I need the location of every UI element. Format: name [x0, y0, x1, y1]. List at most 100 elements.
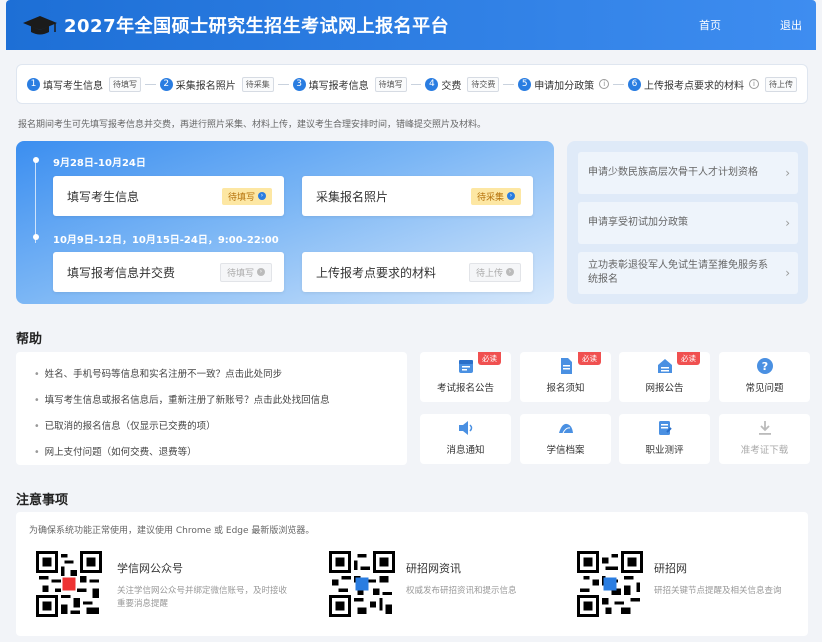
step-label: 采集报名照片: [175, 80, 236, 92]
qr-title: 研招网资讯: [406, 562, 461, 575]
timeline-dot: [33, 157, 39, 163]
tile-career-assessment[interactable]: 职业测评: [619, 414, 710, 464]
tile-online-announcement[interactable]: 必读 网报公告: [619, 352, 710, 402]
step-separator: [410, 83, 422, 85]
step-separator: [145, 83, 156, 85]
info-icon[interactable]: i: [599, 79, 610, 89]
arrow-circle-icon: ›: [257, 268, 265, 276]
tile-faq[interactable]: ? 常见问题: [719, 352, 810, 402]
tile-archive[interactable]: 学信档案: [520, 414, 611, 464]
step-number: 6: [627, 77, 641, 91]
step-status-tag: 待填写: [109, 76, 141, 92]
chevron-right-icon: ›: [785, 266, 790, 280]
nav-logout-link[interactable]: 退出: [780, 17, 802, 33]
step-6[interactable]: 6 上传报考点要求的材料 i 待上传: [627, 76, 797, 92]
arrow-circle-icon: ›: [258, 192, 266, 200]
must-read-badge: 必读: [578, 352, 601, 365]
step-2[interactable]: 2 采集报名照片 待采集: [159, 76, 274, 92]
tile-label: 网报公告: [645, 383, 684, 394]
step-1[interactable]: 1 填写考生信息 待填写: [27, 76, 141, 92]
qr-description: 研招关键节点提醒及相关信息查询: [654, 586, 782, 596]
nav-home-link[interactable]: 首页: [699, 17, 721, 33]
schedule-panel: 9月28日-10月24日 10月9日-12日，10月15日-24日，9:00-2…: [16, 141, 554, 304]
card-label: 填写报考信息并交费: [67, 265, 176, 280]
step-number: 1: [27, 77, 40, 91]
veteran-exemption-link[interactable]: 立功表彰退役军人免试生请至推免服务系统报名 ›: [578, 252, 798, 294]
help-link-cancelled[interactable]: 已取消的报名信息（仅显示已交费的项）: [34, 418, 216, 432]
tile-label: 报名须知: [546, 383, 585, 394]
badge-text: 待上传: [475, 268, 503, 279]
arrow-circle-icon: ›: [506, 268, 514, 276]
notes-section-title: 注意事项: [16, 493, 69, 508]
document-icon: [560, 358, 572, 374]
step-separator: [277, 83, 289, 85]
step-status-tag: 待填写: [374, 76, 407, 92]
qr-description: 权威发布研招资讯和提示信息: [406, 586, 517, 596]
status-badge: 待填写 ›: [219, 262, 272, 282]
tile-exam-announcement[interactable]: 必读 考试报名公告: [420, 352, 511, 402]
chevron-right-icon: ›: [785, 166, 790, 180]
chevron-right-icon: ›: [785, 216, 790, 230]
step-separator: [613, 83, 624, 85]
step-3[interactable]: 3 填写报考信息 待填写: [292, 76, 407, 92]
info-icon[interactable]: i: [748, 79, 759, 89]
side-item-label: 申请享受初试加分政策: [588, 217, 688, 228]
help-link-payment[interactable]: 网上支付问题（如何交费、退费等）: [34, 444, 197, 458]
status-badge: 待上传 ›: [468, 262, 521, 282]
period-2-date: 10月9日-12日，10月15日-24日，9:00-22:00: [53, 235, 279, 246]
card-fill-candidate-info[interactable]: 填写考生信息 待填写 ›: [53, 176, 284, 216]
apply-minority-plan-link[interactable]: 申请少数民族高层次骨干人才计划资格 ›: [578, 152, 798, 194]
arrow-circle-icon: ›: [507, 192, 515, 200]
badge-text: 待采集: [476, 192, 504, 203]
side-item-label: 申请少数民族高层次骨干人才计划资格: [588, 167, 758, 178]
card-collect-photo[interactable]: 采集报名照片 待采集 ›: [302, 176, 533, 216]
progress-steps: 1 填写考生信息 待填写 2 采集报名照片 待采集 3 填写报考信息 待填写 4…: [16, 64, 808, 104]
card-label: 采集报名照片: [316, 189, 389, 204]
qr-code-icon: [577, 551, 643, 617]
card-upload-materials[interactable]: 上传报考点要求的材料 待上传 ›: [302, 252, 533, 292]
step-4[interactable]: 4 交费 待交费: [425, 76, 500, 92]
step-label: 申请加分政策: [534, 80, 595, 92]
badge-text: 待填写: [227, 192, 255, 203]
step-label: 上传报考点要求的材料: [643, 80, 744, 92]
qr-title: 学信网公众号: [117, 562, 183, 575]
card-fill-application[interactable]: 填写报考信息并交费 待填写 ›: [53, 252, 284, 292]
tile-messages[interactable]: 消息通知: [420, 414, 511, 464]
step-separator: [503, 83, 515, 85]
tile-label: 考试报名公告: [436, 383, 494, 394]
period-1-date: 9月28日-10月24日: [53, 158, 146, 169]
step-label: 交费: [441, 80, 462, 92]
status-badge: 待采集 ›: [470, 187, 521, 205]
side-item-label: 立功表彰退役军人免试生请至推免服务系统报名: [588, 260, 768, 285]
step-label: 填写报考信息: [308, 80, 369, 92]
step-number: 4: [425, 77, 439, 91]
tile-label: 准考证下载: [740, 445, 789, 456]
browser-tip: 为确保系统功能正常使用，建议使用 Chrome 或 Edge 最新版浏览器。: [29, 526, 315, 536]
tile-registration-notice[interactable]: 必读 报名须知: [520, 352, 611, 402]
notice-text: 报名期间考生可先填写报考信息并交费，再进行照片采集、材料上传，建议考生合理安排时…: [18, 120, 487, 130]
help-link-recover-info[interactable]: 填写考生信息或报名信息后，重新注册了新账号？点击此处找回信息: [34, 392, 330, 406]
card-label: 上传报考点要求的材料: [316, 265, 437, 280]
step-status-tag: 待采集: [241, 76, 274, 92]
help-section-title: 帮助: [16, 332, 43, 347]
assessment-icon: [658, 421, 672, 435]
calendar-icon: [458, 360, 473, 373]
tile-label: 学信档案: [546, 445, 585, 456]
must-read-badge: 必读: [677, 352, 700, 365]
top-bar: 2027年全国硕士研究生招生考试网上报名平台 首页 退出: [6, 0, 816, 50]
step-5[interactable]: 5 申请加分政策 i: [518, 77, 610, 92]
apply-bonus-policy-link[interactable]: 申请享受初试加分政策 ›: [578, 202, 798, 244]
svg-text:?: ?: [761, 360, 767, 373]
tile-admission-ticket-download[interactable]: 准考证下载: [719, 414, 810, 464]
help-link-sync-info[interactable]: 姓名、手机号码等信息和实名注册不一致？点击此处同步: [34, 366, 283, 380]
notice-icon: [657, 359, 672, 373]
step-number: 2: [159, 77, 173, 91]
page-title: 2027年全国硕士研究生招生考试网上报名平台: [64, 16, 450, 37]
badge-text: 待填写: [226, 268, 254, 279]
qr-title: 研招网: [654, 562, 687, 575]
must-read-badge: 必读: [478, 352, 501, 365]
qr-code-icon: [36, 551, 102, 617]
step-number: 5: [518, 77, 532, 91]
qr-code-icon: [329, 551, 395, 617]
step-number: 3: [292, 77, 306, 91]
